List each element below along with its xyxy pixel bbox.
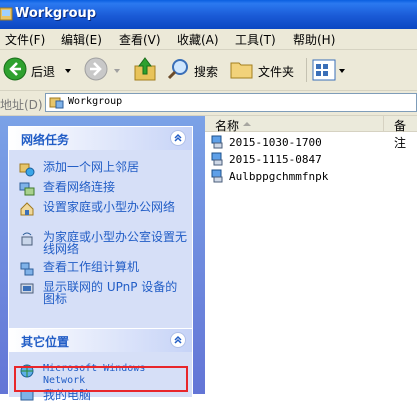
task-label: 为家庭或小型办公室设置无线网络 bbox=[43, 230, 188, 256]
menu-help[interactable]: 帮助(H) bbox=[293, 31, 335, 48]
sort-ascending-icon bbox=[243, 122, 251, 126]
column-header-name-label: 名称 bbox=[215, 119, 240, 133]
address-input[interactable]: Workgroup bbox=[45, 93, 417, 112]
task-view-workgroup-computers[interactable]: 查看工作组计算机 bbox=[19, 261, 187, 277]
task-view-network-connections[interactable]: 查看网络连接 bbox=[19, 181, 187, 197]
column-header-name[interactable]: 名称 bbox=[205, 116, 383, 133]
network-folder-icon bbox=[0, 7, 13, 21]
views-button[interactable] bbox=[312, 57, 345, 83]
network-tasks-panel: 网络任务 添加一个网上邻居 查看网络连接 设置家庭或小型办公网络 为家庭或小型办… bbox=[8, 126, 193, 329]
menu-file[interactable]: 文件(F) bbox=[5, 31, 45, 48]
task-setup-wireless-network[interactable]: 为家庭或小型办公室设置无线网络 bbox=[19, 231, 187, 259]
other-places-header[interactable]: 其它位置 bbox=[9, 329, 192, 352]
network-folder-icon bbox=[49, 97, 64, 109]
computer-icon bbox=[211, 169, 223, 183]
menu-view[interactable]: 查看(V) bbox=[119, 31, 161, 48]
computer-icon bbox=[211, 152, 223, 166]
forward-dropdown-icon[interactable] bbox=[114, 69, 120, 73]
upnp-device-icon bbox=[20, 283, 34, 294]
task-label: 添加一个网上邻居 bbox=[43, 160, 140, 174]
address-bar: 地址(D) Workgroup bbox=[0, 91, 417, 116]
highlight-box bbox=[14, 366, 188, 392]
wireless-network-icon bbox=[21, 232, 33, 246]
task-add-network-place[interactable]: 添加一个网上邻居 bbox=[19, 161, 187, 177]
search-button[interactable]: 搜索 bbox=[164, 56, 222, 84]
file-list: 名称 备注 2015-1030-1700 2015-1115-0847 Aulb… bbox=[205, 116, 417, 394]
add-network-place-icon bbox=[19, 163, 35, 177]
task-label: 显示联网的 UPnP 设备的图标 bbox=[43, 280, 178, 306]
list-item[interactable]: 2015-1115-0847 bbox=[211, 152, 322, 167]
views-icon bbox=[312, 59, 336, 81]
task-setup-home-network[interactable]: 设置家庭或小型办公网络 bbox=[19, 201, 187, 229]
menu-tools[interactable]: 工具(T) bbox=[235, 31, 276, 48]
task-show-upnp-devices[interactable]: 显示联网的 UPnP 设备的图标 bbox=[19, 281, 187, 309]
views-dropdown-icon bbox=[339, 69, 345, 73]
network-connections-icon bbox=[19, 182, 35, 196]
toolbar-separator bbox=[306, 58, 307, 82]
task-label: 查看网络连接 bbox=[43, 180, 116, 194]
list-item[interactable]: Aulbppgchmmfnpk bbox=[211, 169, 328, 184]
file-name: Aulbppgchmmfnpk bbox=[229, 170, 329, 183]
list-item[interactable]: 2015-1030-1700 bbox=[211, 135, 322, 150]
search-icon bbox=[167, 59, 188, 80]
file-name: 2015-1030-1700 bbox=[229, 136, 322, 149]
network-tasks-title: 网络任务 bbox=[21, 133, 70, 147]
folders-button[interactable]: 文件夹 bbox=[228, 56, 300, 84]
back-button[interactable]: 后退 bbox=[3, 56, 63, 84]
search-label: 搜索 bbox=[194, 65, 219, 79]
toolbar: 后退 搜索 文件夹 bbox=[0, 50, 417, 91]
task-pane: 网络任务 添加一个网上邻居 查看网络连接 设置家庭或小型办公网络 为家庭或小型办… bbox=[0, 116, 205, 401]
menu-edit[interactable]: 编辑(E) bbox=[61, 31, 102, 48]
menu-bar: 文件(F) 编辑(E) 查看(V) 收藏(A) 工具(T) 帮助(H) bbox=[0, 29, 417, 50]
address-value: Workgroup bbox=[68, 96, 123, 107]
collapse-icon[interactable] bbox=[170, 130, 186, 146]
column-header-comment[interactable]: 备注 bbox=[383, 116, 417, 150]
network-tasks-header[interactable]: 网络任务 bbox=[9, 127, 192, 150]
folders-icon bbox=[230, 62, 253, 79]
up-folder-icon[interactable] bbox=[133, 56, 157, 82]
back-dropdown-icon[interactable] bbox=[65, 69, 71, 73]
file-name: 2015-1115-0847 bbox=[229, 153, 322, 166]
back-label: 后退 bbox=[31, 65, 56, 79]
menu-favorites[interactable]: 收藏(A) bbox=[177, 31, 219, 48]
home-network-icon bbox=[20, 202, 34, 216]
workgroup-computers-icon bbox=[20, 262, 34, 276]
window-title: Workgroup bbox=[15, 6, 97, 21]
column-header-comment-label: 备注 bbox=[394, 119, 407, 150]
address-label: 地址(D) bbox=[0, 98, 43, 112]
folders-label: 文件夹 bbox=[258, 65, 295, 79]
task-label: 设置家庭或小型办公网络 bbox=[43, 200, 176, 214]
title-bar[interactable]: Workgroup bbox=[0, 0, 417, 29]
other-places-title: 其它位置 bbox=[21, 335, 70, 349]
collapse-icon[interactable] bbox=[170, 332, 186, 348]
task-label: 查看工作组计算机 bbox=[43, 260, 140, 274]
forward-arrow-icon[interactable] bbox=[84, 57, 108, 81]
computer-icon bbox=[211, 135, 223, 149]
back-arrow-icon bbox=[3, 57, 27, 81]
